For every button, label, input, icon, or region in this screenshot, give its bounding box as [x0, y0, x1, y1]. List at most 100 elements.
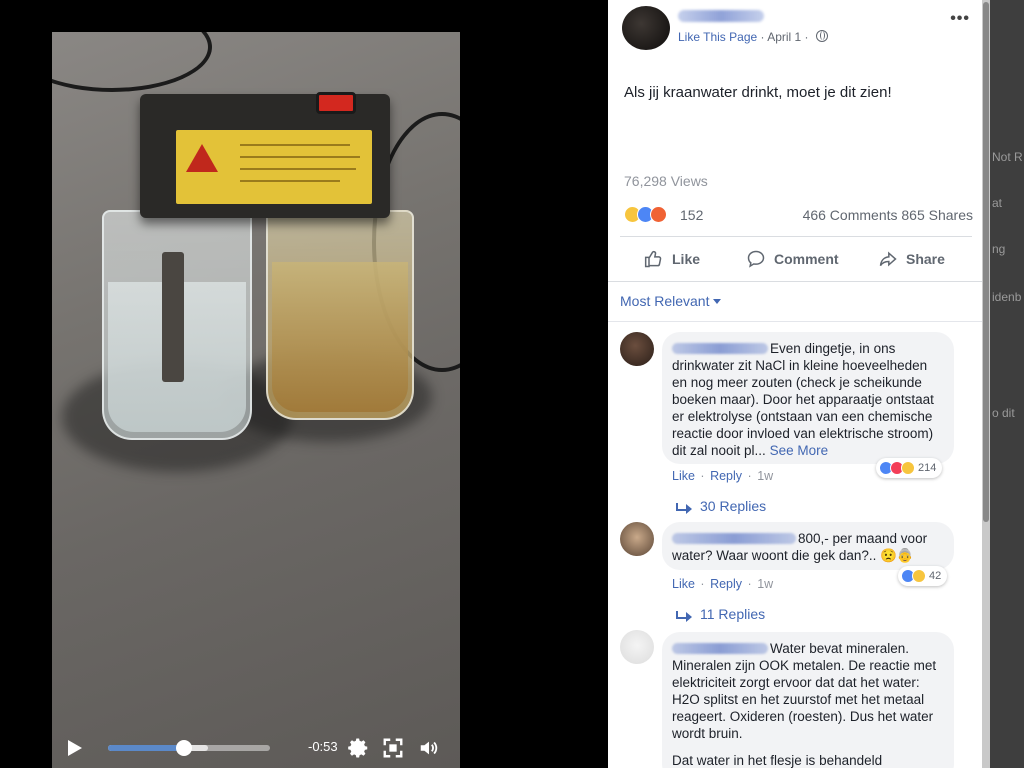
video-frame[interactable]: [52, 32, 460, 768]
glass-clear-water: [102, 210, 252, 440]
avatar[interactable]: [620, 522, 654, 556]
divider: [620, 236, 972, 237]
globe-icon: [815, 30, 828, 42]
comment-reactions[interactable]: 214: [876, 458, 943, 478]
comment-reply-link[interactable]: Reply: [710, 469, 742, 483]
thumbs-up-icon: [644, 250, 662, 268]
background-page: Not R at ng idenb o dit: [990, 0, 1024, 768]
like-label: Like: [672, 251, 701, 267]
comment-bubble: Water bevat mineralen. Mineralen zijn OO…: [662, 632, 954, 768]
share-icon: [879, 251, 897, 267]
comment-actions: Like · Reply · 1w: [672, 469, 773, 483]
chevron-down-icon: [713, 299, 722, 304]
share-label: Share: [906, 251, 945, 267]
separator: ·: [747, 577, 752, 591]
sort-dropdown[interactable]: Most Relevant: [620, 293, 722, 309]
warning-label: [176, 130, 372, 204]
reply-arrow-icon: [676, 503, 692, 514]
red-switch: [316, 92, 356, 114]
video-controls: -0:53: [52, 728, 460, 768]
screen: -0:53 Like This Page · April 1 · ••• Als…: [0, 0, 1024, 768]
label-text-line: [240, 156, 360, 158]
meta-separator: ·: [760, 30, 765, 44]
electrode: [162, 252, 184, 382]
comment-reactions[interactable]: 42: [898, 566, 948, 586]
post-actions: Like Comment Share: [620, 240, 972, 278]
haha-reaction-icon: [901, 461, 915, 475]
reply-arrow-icon: [676, 611, 692, 622]
post-text: Als jij kraanwater drinkt, moet je dit z…: [624, 84, 892, 101]
post-stats: 466 Comments 865 Shares: [803, 207, 973, 223]
avatar[interactable]: [620, 630, 654, 664]
comment-button[interactable]: Comment: [746, 240, 839, 278]
divider: [608, 321, 982, 322]
see-more-link[interactable]: See More: [770, 443, 829, 458]
angry-reaction-icon: [650, 206, 667, 223]
cable-shape: [52, 32, 212, 92]
like-page-link[interactable]: Like This Page: [678, 30, 757, 44]
comment-like-link[interactable]: Like: [672, 577, 695, 591]
view-count: 76,298 Views: [624, 173, 708, 189]
post-date[interactable]: April 1: [767, 30, 801, 44]
comment-age: 1w: [757, 469, 774, 483]
label-text-line: [240, 180, 340, 182]
background-text: ng: [992, 242, 1006, 256]
background-text: at: [992, 196, 1003, 210]
view-replies-link[interactable]: 30 Replies: [676, 498, 766, 514]
sort-label: Most Relevant: [620, 293, 710, 309]
background-text: o dit: [992, 406, 1015, 420]
comments-count[interactable]: 466 Comments: [803, 207, 898, 223]
comment-like-link[interactable]: Like: [672, 469, 695, 483]
replies-label: 11 Replies: [700, 606, 766, 622]
separator: ·: [700, 469, 705, 483]
share-button[interactable]: Share: [878, 240, 945, 278]
replies-label: 30 Replies: [700, 498, 767, 514]
comment-reaction-count: 42: [929, 570, 942, 582]
comment-age: 1w: [757, 577, 774, 591]
time-remaining: -0:53: [308, 739, 338, 754]
comment-label: Comment: [774, 251, 839, 267]
warning-triangle-icon: [186, 144, 218, 172]
commenter-name-redacted[interactable]: [672, 343, 768, 354]
post-header: Like This Page · April 1 · •••: [608, 0, 982, 52]
like-button[interactable]: Like: [644, 240, 700, 278]
comment-text: Water bevat mineralen. Mineralen zijn OO…: [672, 641, 937, 741]
background-text: Not R: [992, 150, 1023, 164]
shares-count[interactable]: 865 Shares: [901, 207, 973, 223]
scrollbar[interactable]: [982, 0, 990, 768]
commenter-name-redacted[interactable]: [672, 533, 796, 544]
haha-reaction-icon: [912, 569, 926, 583]
comment-icon: [747, 250, 765, 268]
post-panel: Like This Page · April 1 · ••• Als jij k…: [608, 0, 982, 768]
seek-played: [108, 745, 185, 751]
video-player[interactable]: -0:53: [0, 0, 608, 768]
comment-text: Even dingetje, in ons drinkwater zit NaC…: [672, 341, 934, 458]
scrollbar-thumb[interactable]: [983, 2, 989, 522]
view-replies-link[interactable]: 11 Replies: [676, 606, 765, 622]
background-text: idenb: [992, 290, 1022, 304]
settings-icon[interactable]: [348, 737, 370, 759]
fullscreen-icon[interactable]: [382, 737, 404, 759]
comment-text-continued: Dat water in het flesje is behandeld: [672, 753, 883, 768]
comment-reaction-count: 214: [918, 462, 937, 474]
separator: ·: [747, 469, 752, 483]
more-options-icon[interactable]: •••: [950, 10, 970, 28]
volume-icon[interactable]: [418, 737, 440, 759]
seek-thumb[interactable]: [176, 740, 193, 756]
brown-water: [272, 262, 408, 412]
comment-bubble: 800,- per maand voor water? Waar woont d…: [662, 522, 954, 570]
comment-reply-link[interactable]: Reply: [710, 577, 742, 591]
separator: ·: [700, 577, 705, 591]
divider: [608, 281, 982, 282]
page-name-redacted[interactable]: [678, 10, 764, 22]
page-avatar[interactable]: [622, 6, 670, 50]
commenter-name-redacted[interactable]: [672, 643, 768, 654]
comment-bubble: Even dingetje, in ons drinkwater zit NaC…: [662, 332, 954, 464]
label-text-line: [240, 168, 356, 170]
meta-separator: ·: [804, 30, 809, 44]
seek-bar[interactable]: [108, 740, 270, 756]
glass-brown-water: [266, 210, 414, 420]
reaction-count: 152: [680, 207, 704, 223]
avatar[interactable]: [620, 332, 654, 366]
play-icon[interactable]: [68, 740, 82, 756]
